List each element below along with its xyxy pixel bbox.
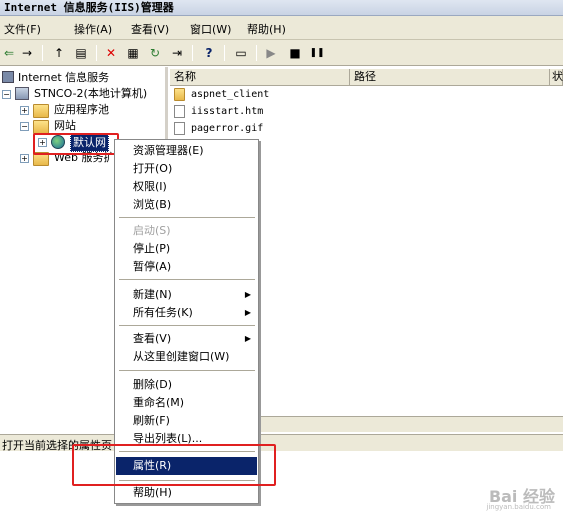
menu-item-delete[interactable]: 删除(D) (116, 376, 257, 394)
collapse-icon[interactable]: − (2, 90, 11, 99)
menu-item-label: 从这里创建窗口(W) (133, 350, 230, 363)
column-header-name[interactable]: 名称 (170, 69, 350, 86)
show-hide-tree-icon[interactable]: ▤ (72, 44, 90, 62)
computer-icon (15, 87, 29, 100)
menu-item-help[interactable]: 帮助(H) (116, 484, 257, 502)
list-item[interactable]: aspnet_client (174, 87, 269, 103)
menu-item-stop[interactable]: 停止(P) (116, 240, 257, 258)
pause-icon[interactable]: ❚❚ (308, 44, 326, 62)
menu-window[interactable]: 窗口(W) (190, 21, 231, 37)
file-name: pagerror.gif (191, 123, 264, 134)
list-item[interactable]: iisstart.htm (174, 104, 263, 120)
collapse-icon[interactable]: − (20, 122, 29, 131)
menu-separator (119, 217, 255, 218)
expand-icon[interactable]: + (20, 154, 29, 163)
folder-icon (174, 87, 185, 101)
refresh-icon[interactable]: ↻ (146, 44, 164, 62)
menu-action[interactable]: 操作(A) (74, 21, 112, 37)
tree-root-label: Internet 信息服务 (18, 71, 110, 84)
delete-icon[interactable]: ✕ (102, 44, 120, 62)
menu-item-label: 刷新(F) (133, 414, 170, 427)
tree-computer-label: STNCO-2(本地计算机) (34, 87, 148, 100)
toolbar-separator (42, 45, 43, 61)
menu-help[interactable]: 帮助(H) (247, 21, 286, 37)
menu-item-refresh[interactable]: 刷新(F) (116, 412, 257, 430)
menu-item-new-window[interactable]: 从这里创建窗口(W) (116, 348, 257, 366)
column-header-path[interactable]: 路径 (350, 69, 550, 86)
export-list-icon[interactable]: ⇥ (168, 44, 186, 62)
menu-separator (119, 279, 255, 280)
toolbar-separator (96, 45, 97, 61)
play-icon[interactable]: ▶ (262, 44, 280, 62)
tree-websites-label: 网站 (54, 119, 76, 132)
watermark-url: jingyan.baidu.com (486, 503, 551, 511)
up-folder-icon[interactable]: ↑ (50, 44, 68, 62)
menu-item-label: 资源管理器(E) (133, 144, 204, 157)
properties-icon[interactable]: ▦ (124, 44, 142, 62)
submenu-arrow-icon: ▶ (244, 290, 251, 299)
menu-item-label: 浏览(B) (133, 198, 172, 211)
forward-icon[interactable]: → (18, 44, 36, 62)
menu-item-label: 查看(V) (133, 332, 172, 345)
column-header-status[interactable]: 状 (550, 69, 563, 86)
iis-icon (2, 71, 14, 83)
menu-separator (119, 370, 255, 371)
menu-item-permissions[interactable]: 权限(I) (116, 178, 257, 196)
window-title: Internet 信息服务(IIS)管理器 (4, 1, 174, 14)
menu-bar: 文件(F) 操作(A) 查看(V) 窗口(W) 帮助(H) (0, 16, 563, 40)
back-icon[interactable]: ⇐ (0, 44, 18, 62)
menu-item-rename[interactable]: 重命名(M) (116, 394, 257, 412)
computer-icon[interactable]: ▭ (232, 44, 250, 62)
menu-item-label: 停止(P) (133, 242, 171, 255)
menu-item-label: 帮助(H) (133, 486, 172, 499)
image-file-icon (174, 121, 185, 135)
menu-item-label: 启动(S) (133, 224, 171, 237)
menu-item-label: 权限(I) (133, 180, 167, 193)
menu-item-start: 启动(S) (116, 222, 257, 240)
menu-item-open[interactable]: 打开(O) (116, 160, 257, 178)
highlight-box-properties (72, 444, 276, 486)
menu-item-label: 重命名(M) (133, 396, 185, 409)
stop-icon[interactable]: ■ (286, 44, 304, 62)
menu-item-label: 新建(N) (133, 288, 172, 301)
highlight-box-default-site (33, 133, 119, 155)
menu-view[interactable]: 查看(V) (131, 21, 169, 37)
menu-file[interactable]: 文件(F) (4, 21, 41, 37)
menu-separator (119, 325, 255, 326)
help-icon[interactable]: ? (200, 44, 218, 62)
submenu-arrow-icon: ▶ (244, 308, 251, 317)
menu-item-browse[interactable]: 浏览(B) (116, 196, 257, 214)
toolbar-separator (256, 45, 257, 61)
menu-item-label: 暂停(A) (133, 260, 172, 273)
toolbar: ⇐ → ↑ ▤ ✕ ▦ ↻ ⇥ ? ▭ ▶ ■ ❚❚ (0, 40, 563, 66)
document-icon (174, 104, 185, 118)
expand-icon[interactable]: + (20, 106, 29, 115)
file-name: aspnet_client (191, 89, 270, 100)
menu-item-explorer[interactable]: 资源管理器(E) (116, 142, 257, 160)
title-bar: Internet 信息服务(IIS)管理器 (0, 0, 563, 16)
menu-item-all-tasks[interactable]: 所有任务(K) ▶ (116, 304, 257, 322)
toolbar-separator (192, 45, 193, 61)
folder-icon (33, 104, 49, 118)
menu-item-new[interactable]: 新建(N) ▶ (116, 286, 257, 304)
menu-item-label: 打开(O) (133, 162, 173, 175)
menu-item-pause[interactable]: 暂停(A) (116, 258, 257, 276)
menu-item-view[interactable]: 查看(V) ▶ (116, 330, 257, 348)
menu-item-label: 所有任务(K) (133, 306, 193, 319)
menu-item-label: 删除(D) (133, 378, 173, 391)
folder-icon (33, 120, 49, 134)
submenu-arrow-icon: ▶ (244, 334, 251, 343)
file-name: iisstart.htm (191, 106, 264, 117)
list-item[interactable]: pagerror.gif (174, 121, 263, 137)
tree-app-pools-label: 应用程序池 (54, 103, 109, 116)
toolbar-separator (224, 45, 225, 61)
